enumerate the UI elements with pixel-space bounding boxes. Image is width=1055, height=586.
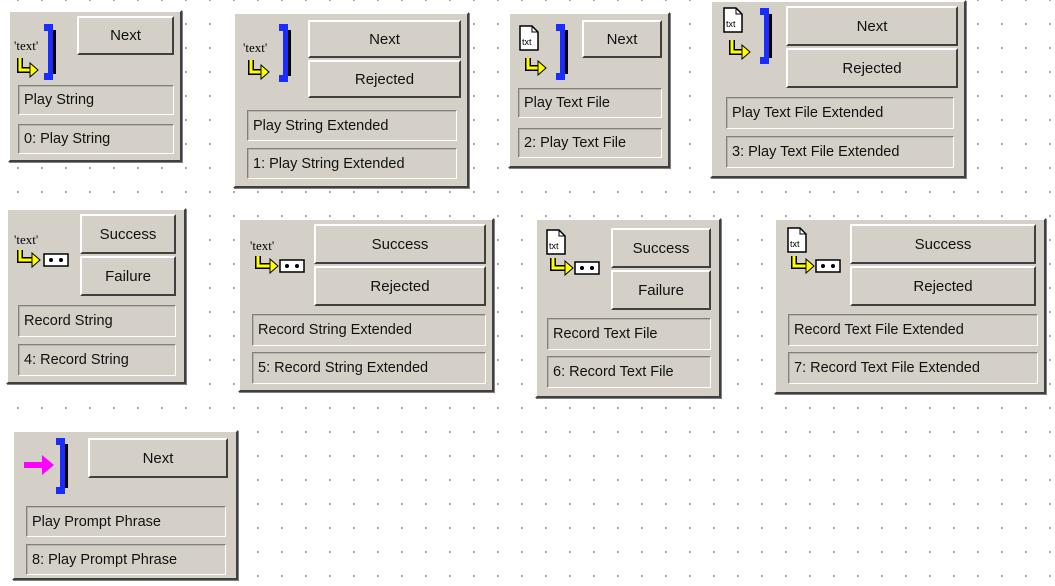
text-record-icon: 'text' [14,232,69,269]
block-name-field: Play Text File [518,88,662,118]
block-id-field: 0: Play String [18,124,174,154]
block-name-field: Record String Extended [252,314,486,346]
block-id-field: 1: Play String Extended [247,148,457,179]
svg-text:'text': 'text' [14,38,38,53]
success-button[interactable]: Success [611,228,711,268]
success-button[interactable]: Success [80,214,176,254]
block-record-string[interactable]: 'text' Success Failure Record String 4: … [6,208,186,384]
next-button[interactable]: Next [786,6,958,46]
block-record-text-file[interactable]: txt Success Failure Record Text File 6: … [535,218,721,398]
block-id-field: 2: Play Text File [518,128,662,158]
file-record-icon: txt [787,227,841,275]
svg-text:txt: txt [549,241,559,251]
block-id-field: 3: Play Text File Extended [726,136,954,168]
rejected-button[interactable]: Rejected [314,266,486,306]
block-id-field: 4: Record String [18,344,176,376]
block-name-field: Record String [18,305,176,337]
block-record-string-extended[interactable]: 'text' Success Rejected Record String Ex… [238,218,494,392]
block-record-text-file-extended[interactable]: txt Success Rejected Record Text File Ex… [774,218,1046,394]
failure-button[interactable]: Failure [80,256,176,296]
next-button[interactable]: Next [88,438,228,478]
block-play-string[interactable]: 'text' Next Play String 0: Play String [8,10,182,162]
text-play-icon: 'text' [243,24,291,82]
svg-text:'text': 'text' [250,238,274,253]
block-name-field: Play String Extended [247,110,457,141]
block-name-field: Record Text File Extended [788,314,1038,346]
rejected-button[interactable]: Rejected [850,266,1036,306]
block-play-text-file[interactable]: txt Next Play Text File 2: Play Text Fil… [508,12,670,168]
rejected-button[interactable]: Rejected [308,60,461,98]
block-name-field: Play String [18,85,174,115]
block-play-string-extended[interactable]: 'text' Next Rejected Play String Extende… [233,12,469,188]
success-button[interactable]: Success [850,224,1036,264]
next-button[interactable]: Next [77,16,174,55]
block-id-field: 7: Record Text File Extended [788,352,1038,384]
rejected-button[interactable]: Rejected [786,48,958,88]
block-name-field: Play Text File Extended [726,97,954,129]
file-play-icon: txt [723,7,772,64]
svg-text:'text': 'text' [243,40,267,55]
block-name-field: Record Text File [547,318,711,350]
block-play-text-file-extended[interactable]: txt Next Rejected Play Text File Extende… [710,0,966,178]
next-button[interactable]: Next [308,20,461,58]
svg-text:txt: txt [522,37,532,47]
block-name-field: Play Prompt Phrase [26,506,226,537]
prompt-phrase-icon [24,438,68,494]
file-record-icon: txt [546,229,600,277]
text-record-icon: 'text' [250,238,305,275]
svg-text:txt: txt [726,19,736,29]
svg-text:txt: txt [790,239,800,249]
block-id-field: 6: Record Text File [547,356,711,388]
svg-text:'text': 'text' [14,232,38,247]
block-id-field: 8: Play Prompt Phrase [26,544,226,575]
failure-button[interactable]: Failure [611,270,711,310]
block-id-field: 5: Record String Extended [252,352,486,384]
success-button[interactable]: Success [314,224,486,264]
text-play-icon: 'text' [14,24,56,80]
file-play-icon: txt [519,24,568,80]
block-play-prompt-phrase[interactable]: Next Play Prompt Phrase 8: Play Prompt P… [12,430,238,580]
next-button[interactable]: Next [582,20,662,58]
